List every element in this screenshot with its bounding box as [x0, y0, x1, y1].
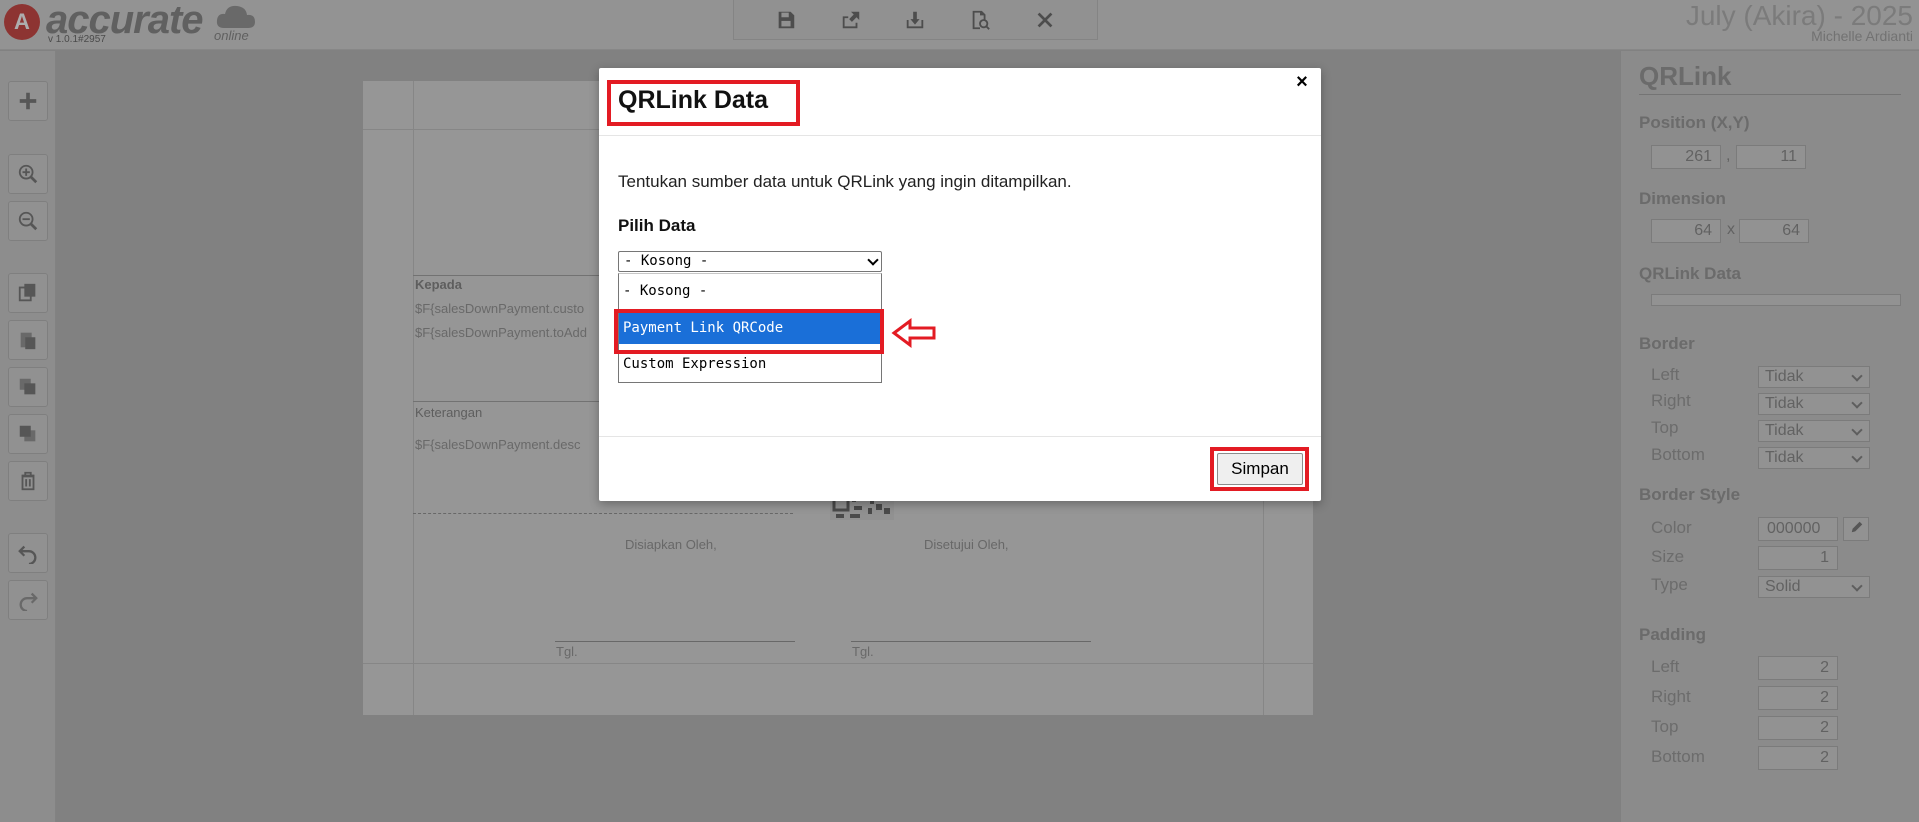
- qrlink-data-dialog: QRLink Data × Tentukan sumber data untuk…: [599, 68, 1321, 501]
- close-icon[interactable]: ×: [1291, 71, 1313, 93]
- save-button[interactable]: Simpan: [1217, 453, 1303, 485]
- chevron-down-icon: [867, 254, 879, 266]
- dialog-footer-divider: [599, 436, 1321, 437]
- option-kosong[interactable]: - Kosong -: [619, 274, 881, 307]
- dialog-title: QRLink Data: [618, 86, 769, 114]
- option-highlight-box: [614, 309, 884, 354]
- select-value: - Kosong -: [624, 253, 709, 269]
- pilih-data-label: Pilih Data: [618, 216, 696, 235]
- data-source-select[interactable]: - Kosong -: [618, 251, 882, 272]
- dialog-header: QRLink Data ×: [599, 68, 1321, 136]
- arrow-left-icon: [891, 318, 936, 348]
- dialog-description: Tentukan sumber data untuk QRLink yang i…: [618, 172, 1072, 191]
